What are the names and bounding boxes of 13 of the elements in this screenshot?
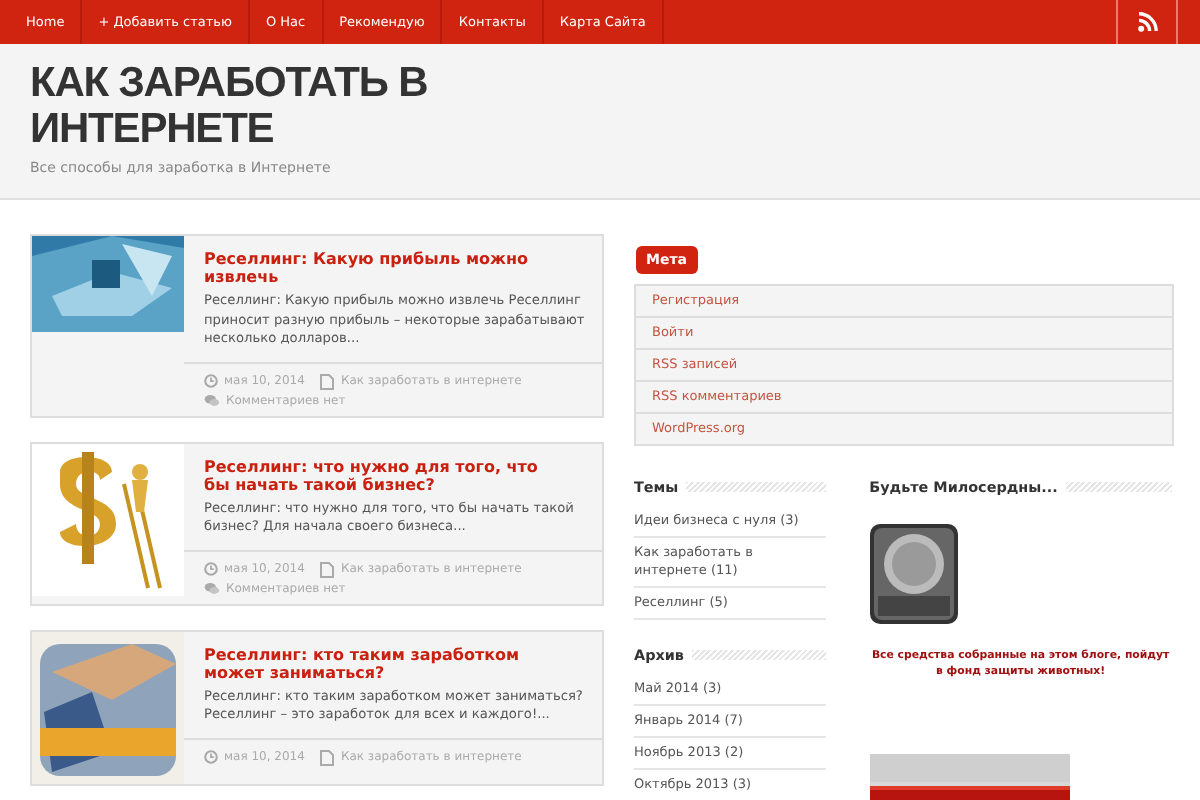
rss-icon xyxy=(1137,12,1157,32)
comments-icon xyxy=(204,582,220,596)
clock-icon xyxy=(204,750,218,764)
clock-icon xyxy=(204,374,218,388)
comments-icon xyxy=(204,394,220,408)
document-icon xyxy=(320,373,335,389)
document-icon xyxy=(320,561,335,577)
site-title[interactable]: КАК ЗАРАБОТАТЬ В ИНТЕРНЕТЕ xyxy=(30,60,510,152)
document-icon xyxy=(320,749,335,765)
clock-icon xyxy=(204,562,218,576)
post-title[interactable]: Реселлинг: кто таким заработком может заниматься? xyxy=(204,645,586,681)
post-title[interactable]: Реселлинг: что нужно для того, что бы начать такой бизнес? xyxy=(204,457,586,493)
post-title[interactable]: Реселлинг: Какую прибыль можно извлечь xyxy=(204,250,586,286)
